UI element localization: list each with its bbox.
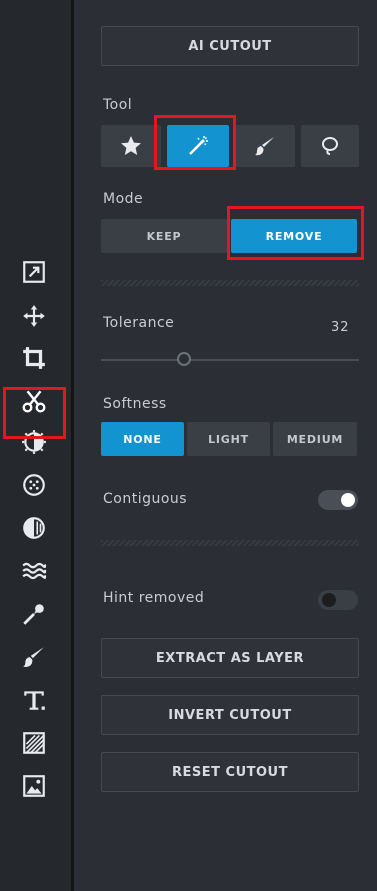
texture-icon[interactable] [18,727,50,759]
retouch-icon[interactable] [18,598,50,630]
tolerance-value: 32 [331,320,350,335]
move-icon[interactable] [18,300,50,332]
extract-as-layer-label: EXTRACT AS LAYER [155,650,305,666]
brush-icon [255,137,274,156]
mode-remove-button[interactable]: REMOVE [231,219,357,253]
separator-2 [101,540,359,546]
tool-label: Tool [103,97,133,113]
toolbar-divider [71,0,74,891]
ai-cutout-label: AI CUTOUT [188,38,272,54]
text-icon[interactable] [18,684,50,716]
tolerance-label: Tolerance [103,315,175,331]
extract-as-layer-button[interactable]: EXTRACT AS LAYER [101,638,359,678]
softness-none-button[interactable]: NONE [101,422,184,456]
reset-cutout-label: RESET CUTOUT [172,764,288,780]
mode-keep-button[interactable]: KEEP [101,219,227,253]
effects-icon[interactable] [18,469,50,501]
mode-label: Mode [103,191,144,207]
contiguous-toggle[interactable] [318,490,358,510]
lasso-icon [322,137,338,155]
mode-remove-label: REMOVE [265,229,323,243]
lasso-tool-button[interactable] [301,125,359,167]
star-tool-button[interactable] [101,125,161,167]
draw-icon[interactable] [18,641,50,673]
image-icon[interactable] [18,770,50,802]
separator-1 [101,280,359,286]
brush-tool-button[interactable] [235,125,295,167]
softness-none-label: NONE [123,432,162,446]
softness-light-label: LIGHT [208,432,249,446]
softness-medium-button[interactable]: MEDIUM [273,422,357,456]
invert-cutout-button[interactable]: INVERT CUTOUT [101,695,359,735]
hint-removed-label: Hint removed [103,590,205,606]
crop-icon[interactable] [18,342,50,374]
softness-light-button[interactable]: LIGHT [187,422,270,456]
softness-label: Softness [103,396,167,412]
hint-removed-toggle[interactable] [318,590,358,610]
adjust-icon[interactable] [18,426,50,458]
contiguous-label: Contiguous [103,491,188,507]
liquify-icon[interactable] [18,555,50,587]
arrange-icon[interactable] [18,256,50,288]
magic-wand-tool-button[interactable] [167,125,229,167]
tolerance-slider-thumb[interactable] [176,352,191,366]
filter-icon[interactable] [18,512,50,544]
cutout-icon[interactable] [18,385,50,417]
tolerance-slider-track[interactable] [101,359,359,361]
invert-cutout-label: INVERT CUTOUT [168,707,292,723]
star-icon [121,136,141,155]
softness-medium-label: MEDIUM [286,432,344,446]
mode-keep-label: KEEP [146,229,182,243]
magic-wand-icon [189,136,208,155]
ai-cutout-button[interactable]: AI CUTOUT [101,26,359,66]
reset-cutout-button[interactable]: RESET CUTOUT [101,752,359,792]
